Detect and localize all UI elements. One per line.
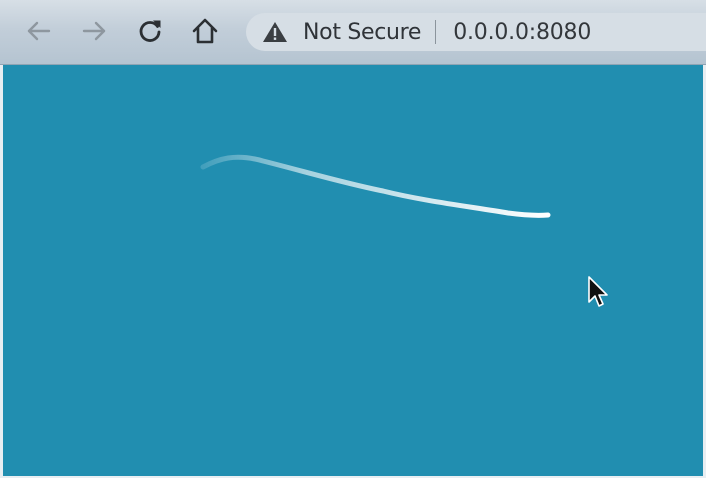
mouse-pointer-icon bbox=[588, 276, 608, 307]
security-indicator[interactable]: Not Secure bbox=[262, 20, 421, 45]
address-bar[interactable]: Not Secure 0.0.0.0:8080 bbox=[246, 13, 706, 51]
omnibox-divider bbox=[435, 20, 437, 44]
home-button[interactable] bbox=[188, 14, 222, 48]
home-icon bbox=[192, 18, 218, 44]
url-text[interactable]: 0.0.0.0:8080 bbox=[453, 20, 591, 45]
arrow-right-icon bbox=[82, 21, 106, 41]
drawing-surface[interactable] bbox=[3, 65, 703, 476]
arrow-left-icon bbox=[27, 21, 51, 41]
warning-triangle-icon bbox=[262, 21, 288, 43]
forward-button[interactable] bbox=[77, 14, 111, 48]
security-label: Not Secure bbox=[303, 19, 422, 45]
reload-button[interactable] bbox=[133, 14, 167, 48]
browser-toolbar: Not Secure 0.0.0.0:8080 bbox=[0, 0, 706, 65]
drawn-stroke bbox=[200, 154, 551, 218]
back-button[interactable] bbox=[22, 14, 56, 48]
page-canvas[interactable] bbox=[0, 65, 706, 478]
reload-icon bbox=[139, 20, 161, 42]
browser-window: Not Secure 0.0.0.0:8080 bbox=[0, 0, 706, 480]
